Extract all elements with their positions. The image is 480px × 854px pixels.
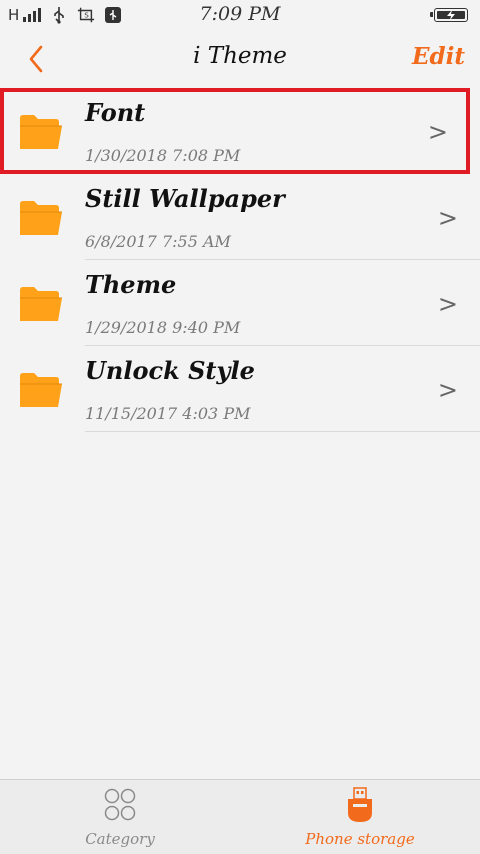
folder-date: 1/29/2018 9:40 PM xyxy=(85,318,241,337)
clock: 7:09 PM xyxy=(199,3,281,25)
bottom-tab-bar: Category Phone storage xyxy=(0,779,480,854)
divider xyxy=(85,431,480,432)
list-item-font[interactable]: Font 1/30/2018 7:08 PM > xyxy=(0,88,470,174)
page-title: i Theme xyxy=(193,43,287,69)
folder-icon xyxy=(20,373,62,407)
folder-icon xyxy=(20,201,62,235)
battery-icon xyxy=(430,8,468,22)
folder-name: Theme xyxy=(85,270,177,299)
tab-label: Phone storage xyxy=(305,830,415,848)
tab-label: Category xyxy=(85,830,155,848)
status-bar: H S 7:09 PM xyxy=(0,0,480,30)
list-item-still-wallpaper[interactable]: Still Wallpaper 6/8/2017 7:55 AM > xyxy=(0,174,480,260)
chevron-right-icon: > xyxy=(427,118,448,146)
folder-date: 6/8/2017 7:55 AM xyxy=(85,232,231,251)
folder-name: Still Wallpaper xyxy=(85,184,285,213)
chevron-right-icon: > xyxy=(437,376,458,404)
folder-date: 1/30/2018 7:08 PM xyxy=(85,146,241,165)
usb-drive-icon xyxy=(348,787,372,822)
folder-name: Unlock Style xyxy=(85,356,255,385)
list-item-theme[interactable]: Theme 1/29/2018 9:40 PM > xyxy=(0,260,480,346)
folder-name: Font xyxy=(85,98,146,127)
chevron-right-icon: > xyxy=(437,290,458,318)
tab-category[interactable]: Category xyxy=(0,780,240,854)
folder-icon xyxy=(20,287,62,321)
folder-list: Font 1/30/2018 7:08 PM > Still Wallpaper… xyxy=(0,88,480,432)
grid-circles-icon xyxy=(104,788,136,821)
tab-phone-storage[interactable]: Phone storage xyxy=(240,780,480,854)
folder-date: 11/15/2017 4:03 PM xyxy=(85,404,251,423)
app-header: i Theme Edit xyxy=(0,30,480,88)
chevron-right-icon: > xyxy=(437,204,458,232)
list-item-unlock-style[interactable]: Unlock Style 11/15/2017 4:03 PM > xyxy=(0,346,480,432)
edit-button[interactable]: Edit xyxy=(412,43,465,70)
folder-icon xyxy=(20,115,62,149)
